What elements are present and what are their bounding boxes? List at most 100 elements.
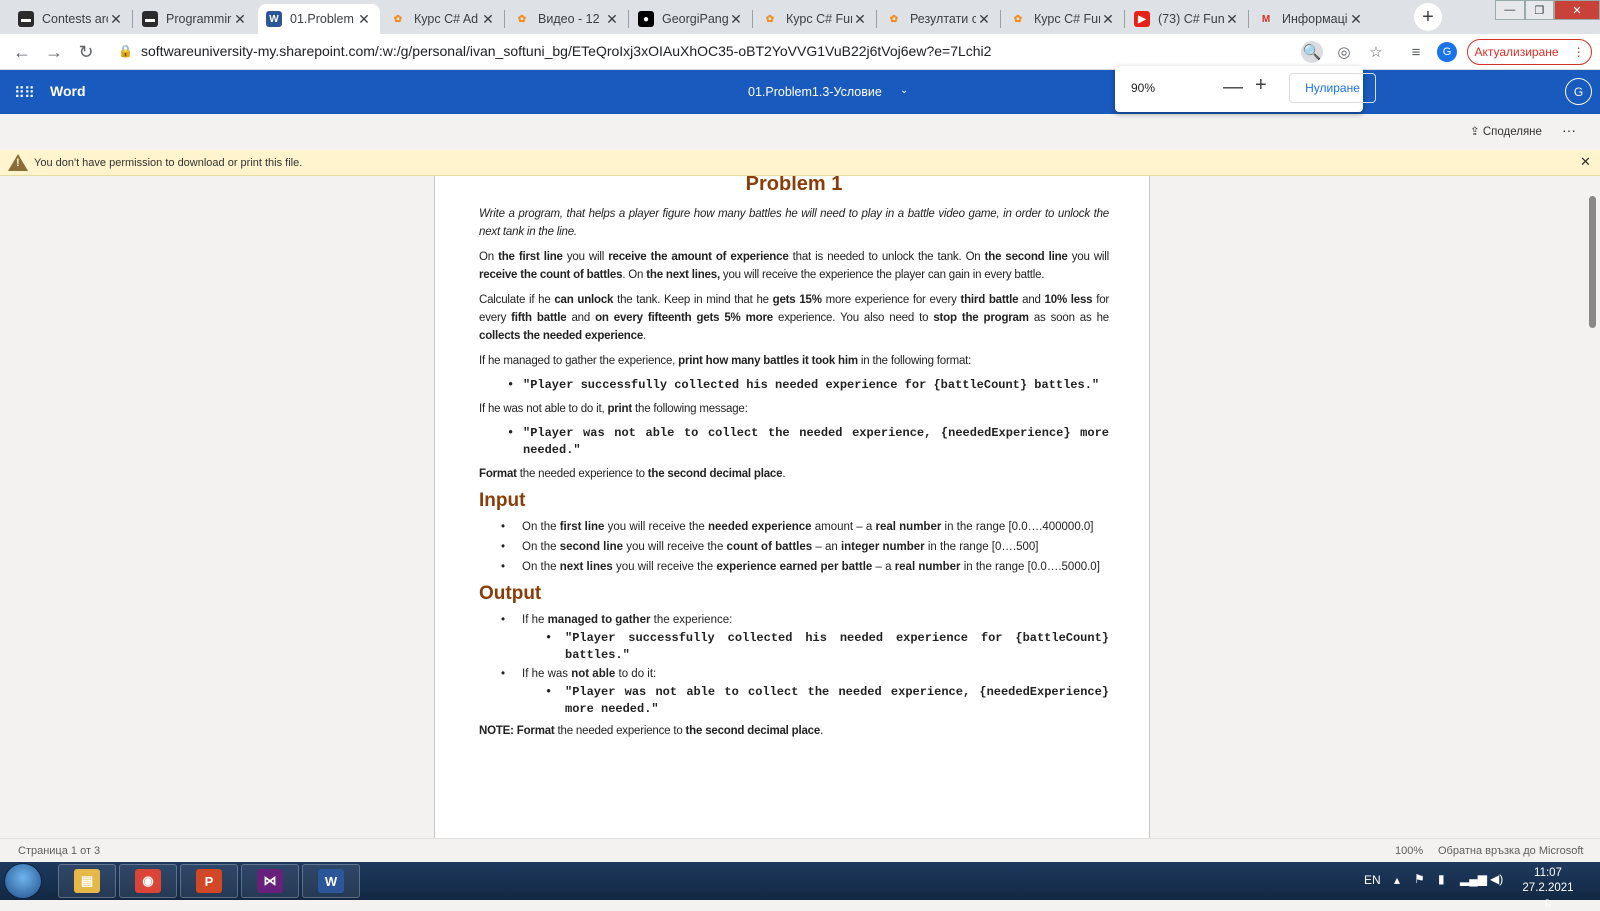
tab-separator (504, 10, 505, 28)
permission-message: You don't have permission to download or… (34, 157, 303, 169)
paragraph-failure: If he was not able to do it, print the f… (479, 403, 748, 415)
status-bar: Страница 1 от 3 100% Обратна връзка до M… (0, 838, 1600, 862)
softuni-icon: ✿ (765, 13, 775, 25)
input-heading: Input (479, 490, 526, 511)
word-icon[interactable]: W (302, 864, 360, 898)
paragraph-first-line: On the first line you will receive the a… (479, 251, 1109, 281)
close-window-button[interactable]: ✕ (1554, 0, 1600, 20)
zoom-reset-button[interactable]: Нулиране (1289, 73, 1376, 103)
tab-close-icon[interactable]: ✕ (108, 11, 124, 28)
new-tab-button[interactable]: + (1414, 3, 1442, 31)
zoom-in-button[interactable]: + (1255, 74, 1267, 97)
share-label: Споделяне (1482, 126, 1542, 138)
document-canvas[interactable]: Problem 1 Write a program, that helps a … (0, 176, 1600, 838)
tab-close-icon[interactable]: ✕ (604, 11, 620, 28)
windows-taskbar: ▤ ◉ P ⋈ W EN ▴ ⚑ ▮ ▂▄▆ ◀) 11:07 27.2.2021 г. (0, 862, 1600, 909)
softuni-icon: ✿ (393, 13, 403, 25)
chrome-icon[interactable]: ◉ (119, 864, 177, 898)
app-name[interactable]: Word (50, 83, 86, 99)
gmail-icon: M (1261, 13, 1271, 25)
tab-title: Programmir (166, 12, 232, 26)
tab-separator (1124, 10, 1125, 28)
browser-tab[interactable]: ✿ Резултати с ✕ (878, 4, 1000, 34)
output-code-failure: "Player was not able to collect the need… (479, 684, 1109, 718)
tab-close-icon[interactable]: ✕ (1100, 11, 1116, 28)
start-button[interactable] (4, 863, 42, 899)
softuni-icon: ✿ (1013, 13, 1023, 25)
feedback-link[interactable]: Обратна връзка до Microsoft (1438, 845, 1583, 857)
browser-tab[interactable]: M Информаці ✕ (1250, 4, 1372, 34)
address-bar[interactable]: softwareuniversity-my.sharepoint.com/:w:… (141, 43, 991, 59)
note-paragraph: NOTE: Format the needed experience to th… (479, 725, 824, 737)
browser-tab[interactable]: ✿ Курс C# Fur ✕ (754, 4, 876, 34)
app-launcher-icon[interactable]: ⠿⠿ (14, 84, 35, 102)
zoom-out-button[interactable]: — (1223, 76, 1243, 99)
minimize-button[interactable]: — (1495, 0, 1525, 20)
browser-tab[interactable]: ▬ Contests arc ✕ (10, 4, 132, 34)
tab-close-icon[interactable]: ✕ (356, 11, 372, 28)
output-code-success: "Player successfully collected his neede… (479, 630, 1109, 664)
tracking-icon[interactable]: ◎ (1333, 41, 1355, 63)
word-icon-glyph: W (318, 869, 344, 893)
document-page[interactable]: Problem 1 Write a program, that helps a … (434, 176, 1150, 838)
word-icon: W (266, 11, 282, 27)
powerpoint-icon-glyph: P (196, 869, 222, 893)
reading-list-icon[interactable]: ≡ (1405, 41, 1427, 63)
forward-button[interactable]: → (42, 40, 66, 64)
tab-close-icon[interactable]: ✕ (852, 11, 868, 28)
tab-separator (752, 10, 753, 28)
update-button[interactable]: Актуализиране ⋮ (1467, 39, 1592, 65)
tab-title: Информаці (1282, 12, 1348, 26)
more-options-button[interactable]: ··· (1562, 122, 1576, 138)
flag-icon[interactable]: ⚑ (1414, 872, 1425, 886)
browser-tab[interactable]: ● GeorgiPang ✕ (630, 4, 752, 34)
explorer-icon[interactable]: ▤ (58, 864, 116, 898)
zoom-level[interactable]: 100% (1395, 845, 1423, 857)
permission-infobar: ! You don't have permission to download … (0, 150, 1600, 176)
profile-avatar[interactable]: G (1437, 42, 1457, 62)
tab-close-icon[interactable]: ✕ (1348, 11, 1364, 28)
share-button[interactable]: ⇪ Споделяне (1470, 124, 1542, 138)
browser-tab[interactable]: ✿ Курс C# Fur ✕ (1002, 4, 1124, 34)
back-button[interactable]: ← (10, 40, 34, 64)
restore-button[interactable]: ❐ (1524, 0, 1554, 20)
network-icon[interactable]: ▂▄▆ (1460, 872, 1487, 886)
browser-tab[interactable]: ✿ Курс C# Ad ✕ (382, 4, 504, 34)
tab-close-icon[interactable]: ✕ (480, 11, 496, 28)
input-list: On the first line you will receive the n… (479, 518, 1109, 576)
tab-separator (628, 10, 629, 28)
document-title[interactable]: 01.Problem1.3-Условие (748, 85, 882, 99)
monitor-icon: ▬ (142, 11, 158, 27)
tab-close-icon[interactable]: ✕ (1224, 11, 1240, 28)
tray-arrow-icon[interactable]: ▴ (1394, 873, 1400, 887)
reload-button[interactable]: ↻ (74, 40, 98, 64)
language-indicator[interactable]: EN (1364, 873, 1381, 887)
browser-toolbar: ← → ↻ 🔒 softwareuniversity-my.sharepoint… (0, 34, 1600, 70)
browser-tab[interactable]: ▶ (73) C# Fun ✕ (1126, 4, 1248, 34)
tab-close-icon[interactable]: ✕ (976, 11, 992, 28)
zoom-icon[interactable]: 🔍 (1301, 41, 1323, 63)
tab-close-icon[interactable]: ✕ (728, 11, 744, 28)
battery-icon[interactable]: ▮ (1438, 872, 1445, 886)
paragraph-success: If he managed to gather the experience, … (479, 355, 972, 367)
browser-tab[interactable]: ▬ Programmir ✕ (134, 4, 256, 34)
visual-studio-icon[interactable]: ⋈ (241, 864, 299, 898)
chrome-icon-glyph: ◉ (135, 869, 161, 893)
close-icon[interactable]: ✕ (1580, 154, 1591, 170)
output-item-failure: If he was not able to do it: (479, 665, 1109, 683)
volume-icon[interactable]: ◀) (1490, 872, 1503, 886)
tab-title: Видео - 12 (538, 12, 600, 26)
clock[interactable]: 11:07 27.2.2021 г. (1518, 866, 1578, 911)
softuni-icon: ✿ (517, 13, 527, 25)
chevron-down-icon[interactable]: ⌄ (900, 85, 908, 96)
user-avatar[interactable]: G (1565, 78, 1592, 105)
powerpoint-icon[interactable]: P (180, 864, 238, 898)
share-icon: ⇪ (1470, 126, 1483, 138)
browser-tab[interactable]: ✿ Видео - 12 ✕ (506, 4, 628, 34)
tab-close-icon[interactable]: ✕ (232, 11, 248, 28)
page-counter: Страница 1 от 3 (18, 845, 101, 857)
bookmark-star-icon[interactable]: ☆ (1365, 41, 1387, 63)
tab-separator (876, 10, 877, 28)
vertical-scrollbar[interactable] (1589, 196, 1596, 328)
browser-tab[interactable]: W 01.Problem ✕ (258, 4, 380, 34)
